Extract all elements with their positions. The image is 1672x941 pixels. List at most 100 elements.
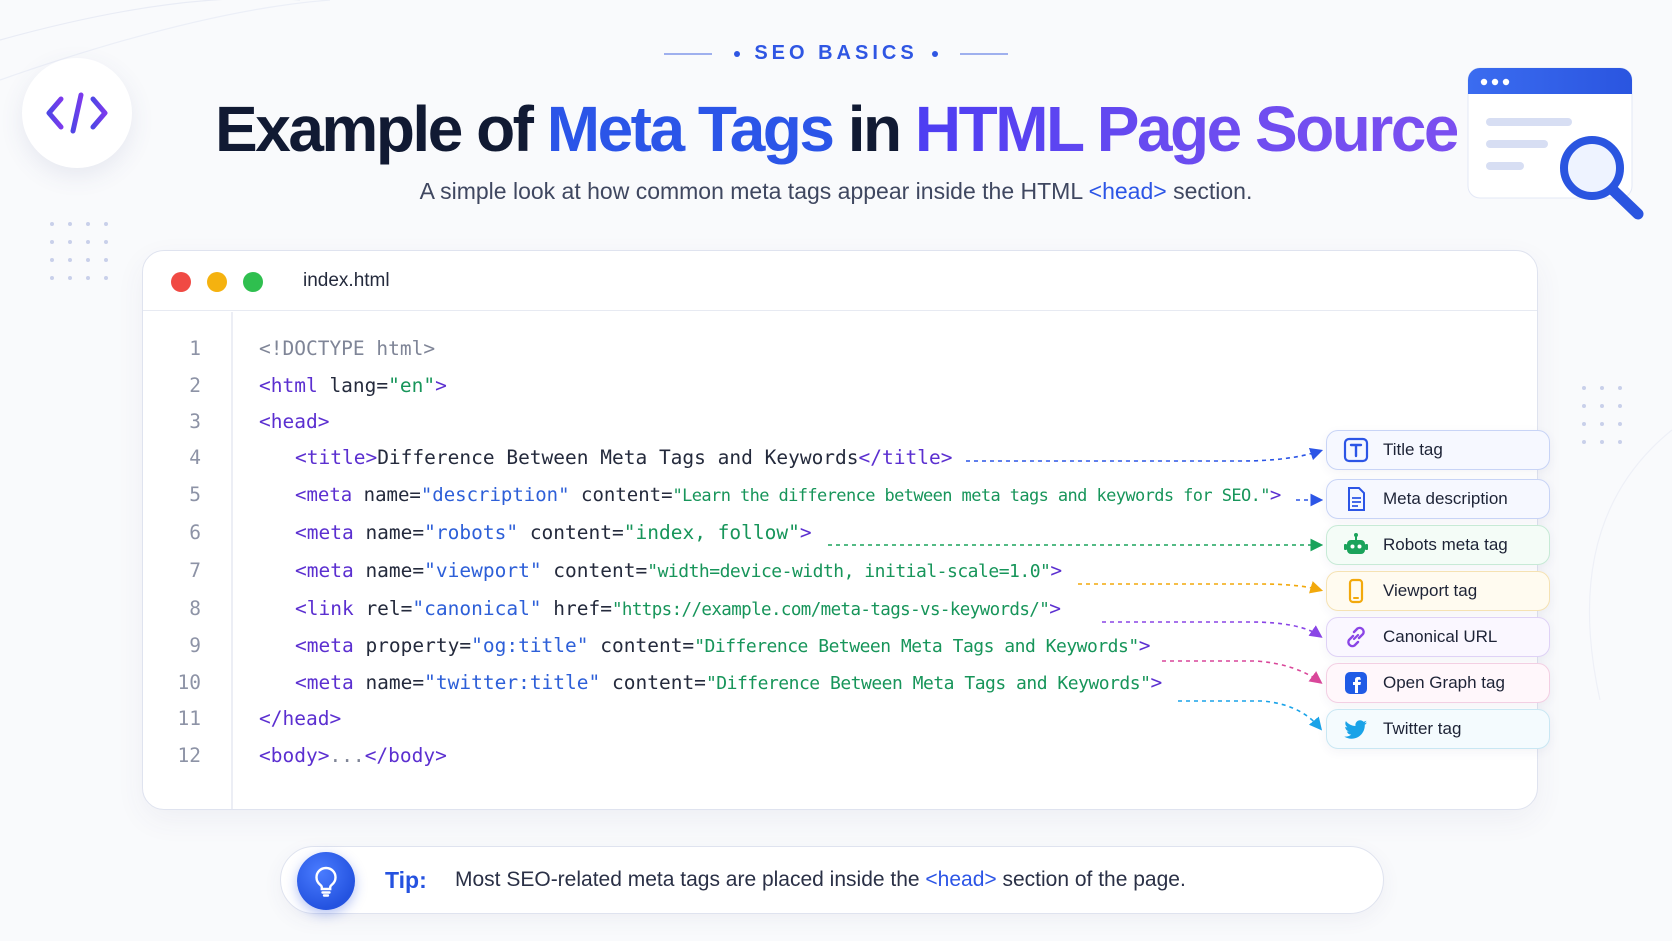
tag: <title> [295,446,378,469]
line-number: 6 [189,521,201,544]
decor-dot [1600,422,1604,426]
tag: > [1138,634,1151,657]
attr: content= [518,521,624,544]
page-subtitle: A simple look at how common meta tags ap… [419,178,1253,204]
attr: property= [353,634,472,657]
facebook-icon [1343,670,1369,696]
decor-dot [104,222,108,226]
label-text: Open Graph tag [1383,673,1505,692]
value: "index, follow" [623,521,800,544]
decor-dot [1600,440,1604,444]
decor-dot [86,222,90,226]
line-number: 5 [189,483,201,506]
value: "Learn the difference between meta tags … [672,486,1271,506]
lightbulb-icon [297,852,355,910]
line-number: 4 [189,446,201,469]
doctype: <!DOCTYPE html> [259,337,436,360]
tag: </title> [858,446,953,469]
decor-dot [50,222,54,226]
maximize-dot[interactable] [243,272,263,292]
decor-dot [68,258,72,262]
tag: <meta [295,671,354,694]
title-text: Difference Between Meta Tags and Keyword… [377,446,859,469]
file-name: index.html [303,270,390,291]
page-title: Example of Meta Tags in HTML Page Source [215,93,1459,165]
value: "width=device-width, initial-scale=1.0" [647,561,1051,582]
attr: name= [353,559,425,582]
tag: > [1269,484,1282,506]
value: "robots" [424,521,519,544]
decor-dot [1618,440,1622,444]
tag: <meta [295,634,354,657]
attr: name= [352,484,421,506]
label-text: Canonical URL [1383,627,1498,646]
decor-dot [50,240,54,244]
decor-dot [104,276,108,280]
code-line: 2 <html lang="en"> [143,368,1537,404]
value: "viewport" [424,559,542,582]
twitter-icon [1343,716,1369,742]
decor-dot [86,276,90,280]
close-dot[interactable] [171,272,191,292]
label-text: Viewport tag [1383,581,1478,600]
tag: </body> [364,744,447,767]
decor-dot [86,240,90,244]
label-twitter-tag: Twitter tag [1326,709,1550,749]
attr: content= [600,671,706,694]
value: "description" [420,484,570,506]
attr: rel= [353,597,413,620]
label-viewport-tag: Viewport tag [1326,571,1550,611]
decor-dot [104,240,108,244]
link-icon [1343,624,1369,650]
line-number: 12 [177,744,201,767]
label-robots-meta-tag: Robots meta tag [1326,525,1550,565]
tag: <meta [295,521,354,544]
line-number: 3 [189,410,201,433]
tag: > [1150,671,1163,694]
decor-dot [1582,422,1586,426]
tip-banner: Tip: Most SEO-related meta tags are plac… [280,846,1384,914]
minimize-dot[interactable] [207,272,227,292]
browser-search-illustration [1467,67,1644,220]
tip-label: Tip: [385,867,427,893]
ellipsis: ... [329,744,365,767]
tag: > [1049,597,1061,620]
decor-dot [1600,386,1604,390]
decor-dot [68,276,72,280]
tag: <head> [259,410,330,433]
line-number: 10 [177,671,201,694]
line-number: 9 [189,634,201,657]
decor-dot [68,240,72,244]
line-number: 8 [189,597,201,620]
value: "en" [388,374,436,397]
title-icon [1343,437,1369,463]
attr: content= [541,559,648,582]
attr: name= [353,521,425,544]
decor-dot [1582,440,1586,444]
attr: href= [541,597,612,620]
dots-decoration-right [1582,386,1642,446]
decor-dot [50,258,54,262]
line-number: 1 [189,337,201,360]
value: "Difference Between Meta Tags and Keywor… [694,636,1139,657]
decor-dot [1618,404,1622,408]
decor-dot [50,276,54,280]
attr: content= [588,634,695,657]
label-text: Twitter tag [1383,719,1462,738]
tag: <meta [295,484,353,506]
decor-dot [1618,422,1622,426]
attr: lang= [317,374,389,397]
label-text: Title tag [1383,440,1443,459]
decor-dot [1600,404,1604,408]
value: "twitter:title" [424,671,601,694]
label-text: Meta description [1383,489,1508,508]
document-icon [1343,486,1369,512]
label-canonical-url: Canonical URL [1326,617,1550,657]
decor-dot [68,222,72,226]
tag: > [1050,559,1063,582]
decor-dot [1582,404,1586,408]
decor-dot [86,258,90,262]
label-open-graph-tag: Open Graph tag [1326,663,1550,703]
tag: > [435,374,447,397]
dots-decoration-left [50,222,120,292]
